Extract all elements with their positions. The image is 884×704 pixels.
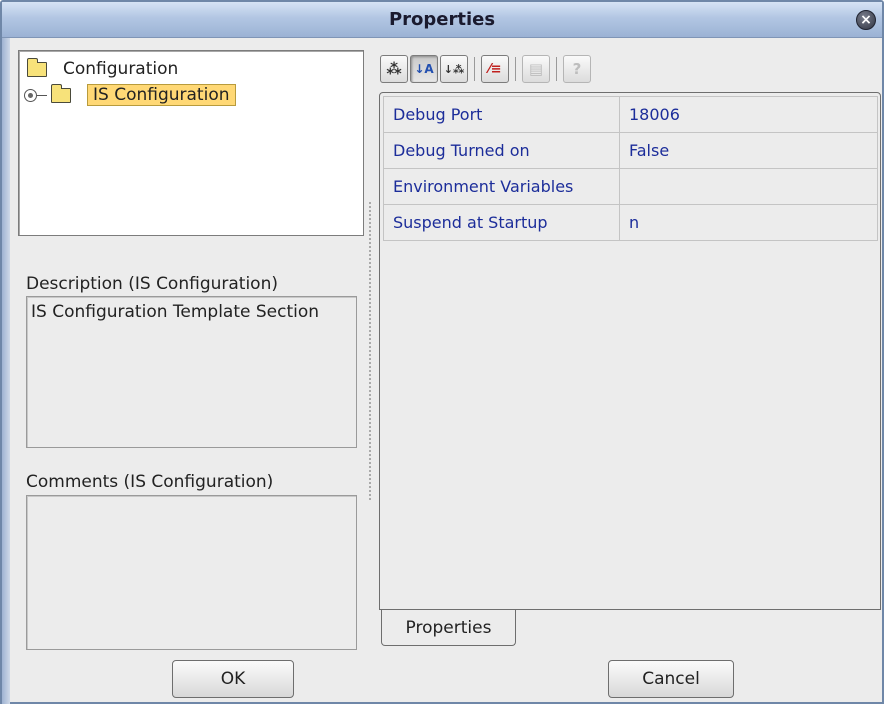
tab-properties[interactable]: Properties — [381, 610, 516, 646]
tree-node-is-configuration[interactable]: IS Configuration — [24, 83, 236, 106]
ok-button[interactable]: OK — [172, 660, 294, 698]
list-view-button[interactable]: ▤ — [522, 55, 550, 83]
cancel-button[interactable]: Cancel — [608, 660, 734, 698]
property-name: Debug Turned on — [383, 132, 620, 169]
table-row[interactable]: Debug Turned on False — [383, 132, 878, 169]
tree-node-label-selected: IS Configuration — [87, 84, 236, 106]
comments-textarea[interactable] — [26, 495, 357, 650]
expand-icon[interactable] — [24, 88, 37, 102]
property-name: Suspend at Startup — [383, 204, 620, 241]
categorized-button[interactable]: ⁂ — [380, 55, 408, 83]
folder-icon — [51, 83, 71, 103]
property-value[interactable]: n — [619, 204, 878, 241]
tree-node-configuration[interactable]: Configuration — [27, 57, 179, 80]
description-label: Description (IS Configuration) — [26, 274, 278, 294]
categorized-icon: ⁂ — [386, 60, 402, 78]
toolbar-separator — [556, 57, 557, 81]
sort-type-icon: ↓⁂ — [443, 62, 465, 76]
property-value[interactable] — [619, 168, 878, 205]
property-value[interactable]: 18006 — [619, 96, 878, 133]
description-text: IS Configuration Template Section — [31, 302, 320, 322]
checklist-icon: ⁄≡ — [488, 61, 502, 77]
sort-alpha-icon: ↓A — [414, 62, 434, 76]
panel-splitter[interactable] — [369, 202, 371, 502]
table-row[interactable]: Debug Port 18006 — [383, 96, 878, 133]
tree-connector — [37, 94, 47, 96]
list-icon: ▤ — [528, 60, 544, 78]
properties-table: Debug Port 18006 Debug Turned on False E… — [383, 96, 878, 241]
properties-dialog: Properties × Configuration IS Configurat… — [0, 0, 884, 704]
property-value[interactable]: False — [619, 132, 878, 169]
description-textarea[interactable]: IS Configuration Template Section — [26, 296, 357, 448]
configuration-tree[interactable]: Configuration IS Configuration — [18, 50, 364, 236]
title-bar[interactable]: Properties × — [2, 2, 882, 38]
property-name: Environment Variables — [383, 168, 620, 205]
close-button[interactable]: × — [856, 10, 876, 30]
toolbar-separator — [474, 57, 475, 81]
properties-panel: Debug Port 18006 Debug Turned on False E… — [379, 92, 881, 610]
toolbar-separator — [515, 57, 516, 81]
folder-icon — [27, 57, 47, 77]
help-button[interactable]: ? — [563, 55, 591, 83]
property-name: Debug Port — [383, 96, 620, 133]
comments-label: Comments (IS Configuration) — [26, 472, 274, 492]
sort-by-type-button[interactable]: ↓⁂ — [440, 55, 468, 83]
dialog-title: Properties — [388, 9, 496, 30]
table-row[interactable]: Suspend at Startup n — [383, 204, 878, 241]
sort-alphabetical-button[interactable]: ↓A — [410, 55, 438, 83]
properties-toolbar: ⁂ ↓A ↓⁂ ⁄≡ ▤ ? — [380, 54, 593, 84]
show-descriptions-button[interactable]: ⁄≡ — [481, 55, 509, 83]
window-left-border — [2, 38, 10, 704]
close-icon: × — [860, 12, 872, 28]
table-row[interactable]: Environment Variables — [383, 168, 878, 205]
tree-node-label: Configuration — [63, 59, 179, 79]
help-icon: ? — [572, 60, 582, 78]
